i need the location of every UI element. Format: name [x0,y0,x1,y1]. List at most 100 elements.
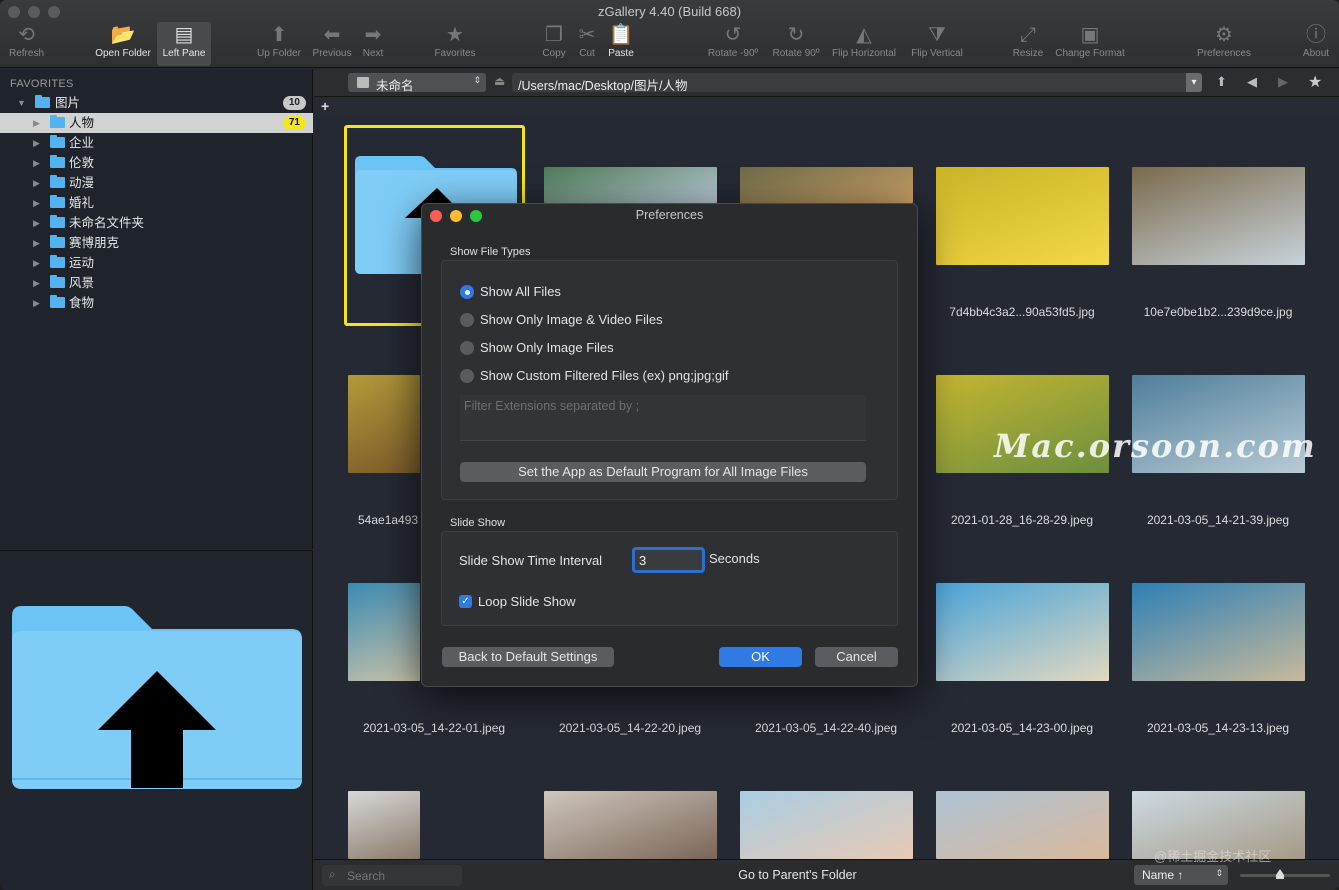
rotate-90-button[interactable]: ↻ Rotate 90º [766,22,826,66]
disclosure-closed-icon[interactable]: ▶ [33,173,40,193]
disclosure-closed-icon[interactable]: ▶ [33,153,40,173]
image-thumbnail[interactable] [348,791,420,859]
chevron-down-icon[interactable]: ▾ [1186,73,1202,92]
copy-button[interactable]: ❐ Copy [538,22,570,66]
disclosure-closed-icon[interactable]: ▶ [33,293,40,313]
left-pane-button[interactable]: ▤ Left Pane [157,22,211,66]
previous-button[interactable]: ⬅ Previous [310,22,354,66]
sort-select[interactable]: Name ↑ ⇕ [1134,865,1228,885]
preferences-dialog: Preferences Show File Types Show All Fil… [421,203,918,687]
sidebar-item[interactable]: ▶ 伦敦 [0,153,313,173]
ok-button[interactable]: OK [719,647,802,667]
folder-icon [50,195,65,208]
image-thumbnail[interactable] [348,583,420,681]
disclosure-closed-icon[interactable]: ▶ [33,233,40,253]
thumbnail-caption: 2021-03-05_14-21-39.jpeg [1146,513,1290,527]
image-thumbnail[interactable] [936,583,1109,681]
file-type-radio[interactable]: Show Custom Filtered Files (ex) png;jpg;… [460,367,729,385]
rotate-90-button[interactable]: ↺ Rotate -90º [702,22,764,66]
favorites-button[interactable]: ★ Favorites [430,22,480,66]
filter-extensions-input[interactable]: Filter Extensions separated by ; [460,395,866,441]
radio-dot-icon [460,341,474,355]
rotate-left-icon: ↺ [724,24,742,46]
sidebar-item-label: 未命名文件夹 [69,216,145,230]
file-type-radio[interactable]: Show Only Image Files [460,339,614,357]
folder-icon [50,235,65,248]
file-type-radio[interactable]: Show All Files [460,283,561,301]
image-thumbnail[interactable] [348,375,420,473]
eject-icon[interactable]: ⏏ [494,74,505,88]
disclosure-closed-icon[interactable]: ▶ [33,133,40,153]
toolbar-button-label: About [1302,48,1330,59]
toolbar-button-label: Left Pane [162,48,206,59]
path-field[interactable]: /Users/mac/Desktop/图片/人物 ▾ [512,73,1202,93]
add-tab-icon[interactable]: + [321,98,329,114]
folder-icon [50,135,65,148]
disclosure-closed-icon[interactable]: ▶ [33,213,40,233]
thumbnail-caption: 2021-03-05_14-23-00.jpeg [950,721,1094,735]
cancel-button[interactable]: Cancel [815,647,898,667]
change-format-icon: ▣ [1080,24,1100,46]
disclosure-closed-icon[interactable]: ▶ [33,193,40,213]
paste-button[interactable]: 📋 Paste [602,22,640,66]
image-thumbnail[interactable] [1132,167,1305,265]
sidebar-item[interactable]: ▶ 企业 [0,133,313,153]
image-thumbnail[interactable] [544,791,717,859]
file-types-heading: Show File Types [450,246,531,258]
sidebar-item[interactable]: ▶ 运动 [0,253,313,273]
disclosure-closed-icon[interactable]: ▶ [33,113,40,133]
left-pane-icon: ▤ [174,24,194,46]
sidebar-item-label: 运动 [69,256,95,270]
toolbar-button-label: Flip Horizontal [832,48,896,59]
resize-button[interactable]: ⤢ Resize [1009,22,1047,66]
sidebar-item[interactable]: ▶ 动漫 [0,173,313,193]
disclosure-open-icon[interactable]: ▼ [17,93,26,113]
disclosure-closed-icon[interactable]: ▶ [33,273,40,293]
sidebar-item-label: 企业 [69,136,95,150]
zoom-slider[interactable] [1240,869,1330,879]
folder-icon [50,295,65,308]
interval-input[interactable]: 3 [632,547,705,573]
sidebar-item[interactable]: ▶ 婚礼 [0,193,313,213]
open-folder-button[interactable]: 📂 Open Folder [92,22,154,66]
sidebar-root-folder[interactable]: ▼ 图片 10 [0,93,313,113]
image-thumbnail[interactable] [936,791,1109,859]
volume-select[interactable]: 未命名 ⇕ [348,73,486,93]
flip-horizontal-icon: ◭ [856,24,872,46]
previous-arrow-icon[interactable]: ◀ [1247,74,1257,90]
sidebar-item[interactable]: ▶ 食物 [0,293,313,313]
toolbar-button-label: Paste [608,48,634,59]
file-types-box: Show All Files Show Only Image & Video Fi… [441,260,898,500]
sidebar-item[interactable]: ▶ 风景 [0,273,313,293]
flip-horizontal-button[interactable]: ◭ Flip Horizontal [826,22,902,66]
image-thumbnail[interactable] [740,167,913,203]
set-default-program-button[interactable]: Set the App as Default Program for All I… [460,462,866,482]
refresh-button[interactable]: ⟲ Refresh [4,22,49,66]
image-thumbnail[interactable] [936,167,1109,265]
next-arrow-icon[interactable]: ▶ [1278,74,1288,90]
toolbar-button-label: Resize [1012,48,1044,59]
back-to-default-button[interactable]: Back to Default Settings [442,647,614,667]
image-thumbnail[interactable] [740,791,913,859]
sidebar-item[interactable]: ▶ 赛博朋克 [0,233,313,253]
preferences-button[interactable]: ⚙ Preferences [1193,22,1255,66]
about-button[interactable]: ⓘ About [1298,22,1334,66]
sidebar-item[interactable]: ▶ 未命名文件夹 [0,213,313,233]
file-type-radio[interactable]: Show Only Image & Video Files [460,311,663,329]
favorites-sidebar: FAVORITES ▼ 图片 10 ▶ 人物 71 ▶ 企业 ▶ 伦敦 ▶ 动漫 ▶ 婚礼 ▶ 未命名文… [0,69,313,549]
flip-vertical-button[interactable]: ⧩ Flip Vertical [905,22,969,66]
sidebar-item-label: 婚礼 [69,196,95,210]
toolbar-button-label: Open Folder [95,48,151,59]
radio-dot-icon [460,285,474,299]
image-thumbnail[interactable] [544,167,717,203]
star-icon[interactable]: ★ [1308,72,1322,92]
next-button[interactable]: ➡ Next [357,22,389,66]
up-folder-button[interactable]: ⬆ Up Folder [254,22,304,66]
cut-button[interactable]: ✂ Cut [574,22,600,66]
folder-icon [50,275,65,288]
sidebar-item[interactable]: ▶ 人物 71 [0,113,313,133]
disclosure-closed-icon[interactable]: ▶ [33,253,40,273]
change-format-button[interactable]: ▣ Change Format [1050,22,1130,66]
image-thumbnail[interactable] [1132,583,1305,681]
up-arrow-icon[interactable]: ⬆ [1216,74,1227,90]
